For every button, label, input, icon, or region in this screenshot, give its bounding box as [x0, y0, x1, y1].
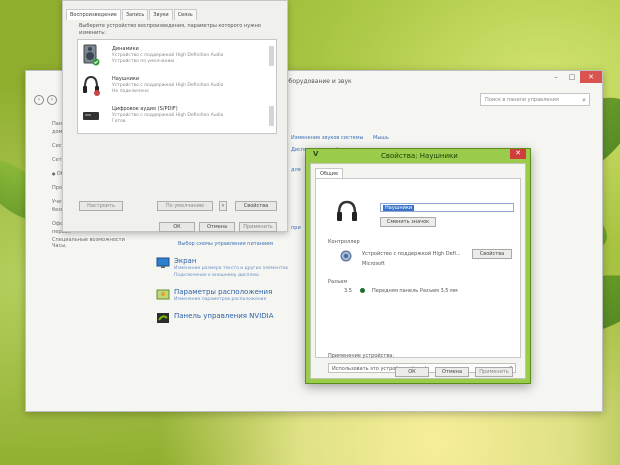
headphones-icon: [83, 75, 100, 96]
list-item[interactable]: Наушники Устройство с поддержкой High De…: [78, 70, 276, 100]
sidebar-item[interactable]: Часы,: [52, 243, 112, 249]
speakers-icon: [83, 44, 100, 66]
digital-audio-icon: [83, 112, 99, 120]
see-also-link[interactable]: Специальные возможности: [52, 237, 125, 243]
scrollbar-thumb[interactable]: [269, 106, 274, 126]
tab-sounds[interactable]: Звуки: [149, 9, 173, 20]
minimize-button[interactable]: –: [548, 71, 564, 83]
maximize-button[interactable]: □: [564, 71, 580, 83]
sound-settings-link[interactable]: Изменение звуков системы: [291, 135, 363, 141]
close-button[interactable]: ✕: [510, 149, 526, 159]
usage-label: Применение устройства:: [328, 353, 395, 359]
set-default-button[interactable]: По умолчанию: [157, 201, 213, 211]
tab-communications[interactable]: Связь: [173, 9, 197, 20]
set-default-dropdown[interactable]: ▾: [219, 201, 227, 211]
app-logo-icon: V: [313, 150, 319, 158]
device-desc: Устройство с поддержкой High Definition …: [112, 83, 262, 95]
device-status: Не подключено: [112, 89, 149, 94]
nvidia-icon: [157, 313, 169, 323]
speaker-controller-icon: [340, 250, 352, 262]
jack-description: Передняя панель Разъем 3,5 мм: [372, 288, 458, 294]
display-desc[interactable]: Изменение размера текста и других элемен…: [174, 265, 288, 272]
controller-label: Контроллер: [328, 239, 360, 245]
mouse-link[interactable]: Мышь: [373, 135, 389, 141]
sound-dialog: Воспроизведение Запись Звуки Связь Выбер…: [62, 0, 288, 232]
partial-link[interactable]: для: [291, 167, 301, 173]
display-icon: [156, 257, 170, 268]
ok-button[interactable]: ОК: [395, 367, 429, 377]
device-desc: Устройство с поддержкой High Definition …: [112, 53, 262, 65]
jack-size: 3.5: [344, 288, 352, 294]
playback-instruction: Выберите устройство воспроизведения, пар…: [79, 23, 261, 36]
change-icon-button[interactable]: Сменить значок: [380, 217, 436, 227]
location-desc[interactable]: Изменение параметров расположения: [174, 296, 272, 303]
sound-tabs: Воспроизведение Запись Звуки Связь: [66, 9, 198, 20]
search-icon: ⌕: [582, 96, 586, 104]
ok-button[interactable]: ОК: [159, 222, 195, 232]
device-status: Устройство по умолчанию: [112, 59, 175, 64]
device-desc: Устройство с поддержкой High Definition …: [112, 113, 262, 125]
device-name: Динамики: [112, 46, 139, 52]
control-panel-title: Оборудование и звук: [284, 78, 352, 85]
forward-button[interactable]: ›: [47, 95, 57, 105]
location-icon: [156, 289, 170, 300]
display-desc[interactable]: Подключение к внешнему дисплею: [174, 272, 288, 279]
nvidia-section[interactable]: Панель управления NVIDIA: [156, 312, 274, 324]
cancel-button[interactable]: Отмена: [199, 222, 235, 232]
back-button[interactable]: ‹: [34, 95, 44, 105]
headphones-properties-dialog: V Свойства: Наушники ✕ Общие Наушники См…: [305, 148, 531, 384]
dialog-title: Свойства: Наушники: [381, 152, 458, 160]
scrollbar-thumb[interactable]: [269, 46, 274, 66]
controller-name: Устройство с поддержкой High Defi...: [362, 251, 461, 257]
partial-link[interactable]: при: [291, 225, 301, 231]
tab-playback[interactable]: Воспроизведение: [66, 9, 121, 20]
dialog-body: Общие Наушники Сменить значок Контроллер…: [310, 163, 526, 379]
search-placeholder: Поиск в панели управления: [485, 97, 559, 103]
list-item[interactable]: Цифровое аудио (S/PDIF) Устройство с под…: [78, 100, 276, 130]
location-section[interactable]: Параметры расположения Изменение парамет…: [156, 288, 272, 303]
headphones-icon: [337, 200, 357, 221]
device-status: Готов: [112, 119, 126, 124]
nvidia-title[interactable]: Панель управления NVIDIA: [174, 312, 274, 320]
tab-recording[interactable]: Запись: [121, 9, 149, 20]
list-item[interactable]: Динамики Устройство с поддержкой High De…: [78, 40, 276, 70]
cancel-button[interactable]: Отмена: [435, 367, 469, 377]
power-plan-link[interactable]: Выбор схемы управления питанием: [178, 241, 273, 247]
configure-button[interactable]: Настроить: [79, 201, 123, 211]
apply-button[interactable]: Применить: [239, 222, 277, 232]
jacks-label: Разъем: [328, 279, 348, 285]
location-title[interactable]: Параметры расположения: [174, 288, 272, 296]
close-button[interactable]: ✕: [580, 71, 602, 83]
jack-color-icon: [360, 288, 365, 293]
device-name-field[interactable]: Наушники: [380, 203, 514, 212]
controller-vendor: Microsoft: [362, 261, 385, 267]
apply-button[interactable]: Применить: [475, 367, 513, 377]
device-name-value: Наушники: [383, 205, 415, 211]
device-name: Цифровое аудио (S/PDIF): [112, 106, 178, 112]
device-name: Наушники: [112, 76, 140, 82]
controller-properties-button[interactable]: Свойства: [472, 249, 512, 259]
search-input[interactable]: Поиск в панели управления ⌕: [480, 93, 590, 106]
display-title[interactable]: Экран: [174, 257, 288, 265]
playback-device-list[interactable]: Динамики Устройство с поддержкой High De…: [77, 39, 277, 134]
devices-links: Изменение звуков системы Мышь: [291, 135, 397, 141]
properties-button[interactable]: Свойства: [235, 201, 277, 211]
general-panel: Наушники Сменить значок Контроллер Устро…: [315, 178, 521, 373]
display-section[interactable]: Экран Изменение размера текста и других …: [156, 257, 288, 279]
